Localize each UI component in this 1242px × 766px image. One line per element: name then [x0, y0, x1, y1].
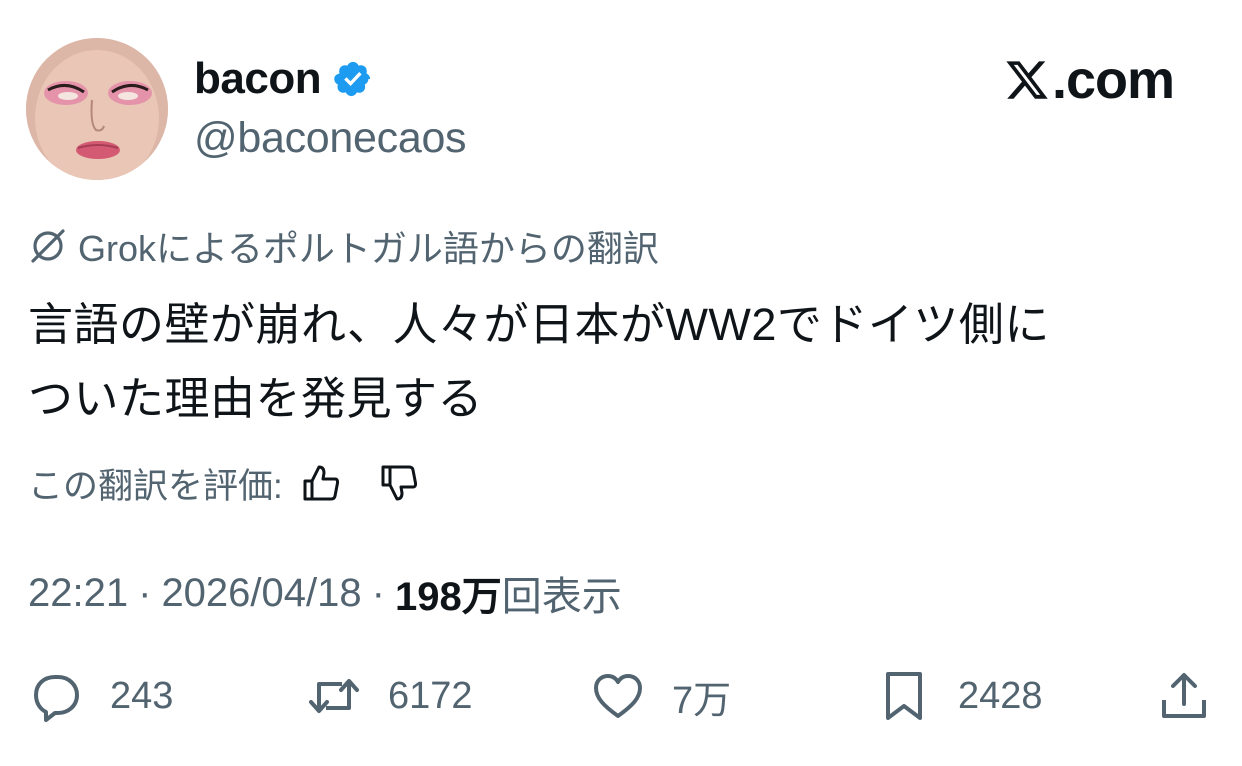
- like-count: 7万: [672, 679, 732, 722]
- repost-count: 6172: [388, 674, 473, 717]
- author-name-row[interactable]: bacon: [194, 52, 373, 106]
- views-label: 回表示: [501, 575, 622, 619]
- bookmark-icon: [876, 668, 932, 724]
- reply-icon: [28, 668, 84, 724]
- thumbs-up-icon[interactable]: [299, 461, 343, 505]
- tweet-date[interactable]: 2026/04/18: [161, 571, 361, 616]
- grok-icon: [28, 226, 68, 266]
- meta-separator: ·: [138, 570, 152, 615]
- rate-translation-row: この翻訳を評価:: [28, 456, 421, 510]
- bookmark-button[interactable]: 2428: [876, 664, 1043, 728]
- rate-translation-label: この翻訳を評価:: [28, 466, 283, 506]
- x-logo-icon: [1004, 57, 1050, 103]
- verified-badge-icon: [333, 59, 373, 99]
- share-button[interactable]: [1156, 664, 1212, 728]
- x-brand: .com: [1004, 50, 1175, 110]
- tweet-text: 言語の壁が崩れ、人々が日本がWW2でドイツ側に ついた理由を発見する: [28, 288, 1208, 436]
- reply-count: 243: [110, 674, 174, 717]
- repost-button[interactable]: 6172: [306, 664, 473, 728]
- tweet-time[interactable]: 22:21: [28, 571, 128, 616]
- reply-button[interactable]: 243: [28, 664, 173, 728]
- avatar[interactable]: [26, 38, 168, 180]
- repost-icon: [306, 668, 362, 724]
- share-icon: [1156, 668, 1212, 724]
- avatar-image: [26, 38, 168, 180]
- tweet-text-line: ついた理由を発見する: [28, 373, 484, 424]
- brand-domain-text: .com: [1051, 50, 1175, 110]
- tweet-meta: 22:21 · 2026/04/18 · 198万 回表示: [28, 566, 622, 620]
- author-display-name[interactable]: bacon: [194, 54, 322, 104]
- thumbs-down-icon[interactable]: [377, 461, 421, 505]
- tweet-text-line: 言語の壁が崩れ、人々が日本がWW2でドイツ側に: [28, 299, 1050, 350]
- author-handle[interactable]: @baconecaos: [194, 114, 467, 163]
- translation-label-row: Grokによるポルトガル語からの翻訳: [28, 222, 659, 270]
- translation-label: Grokによるポルトガル語からの翻訳: [78, 228, 659, 269]
- meta-separator: ·: [371, 570, 385, 615]
- views-count[interactable]: 198万: [395, 564, 502, 622]
- like-button[interactable]: 7万: [590, 664, 731, 728]
- heart-icon: [590, 668, 646, 724]
- bookmark-count: 2428: [958, 674, 1043, 717]
- tweet-action-bar: 243 6172 7万 2428: [28, 664, 1218, 728]
